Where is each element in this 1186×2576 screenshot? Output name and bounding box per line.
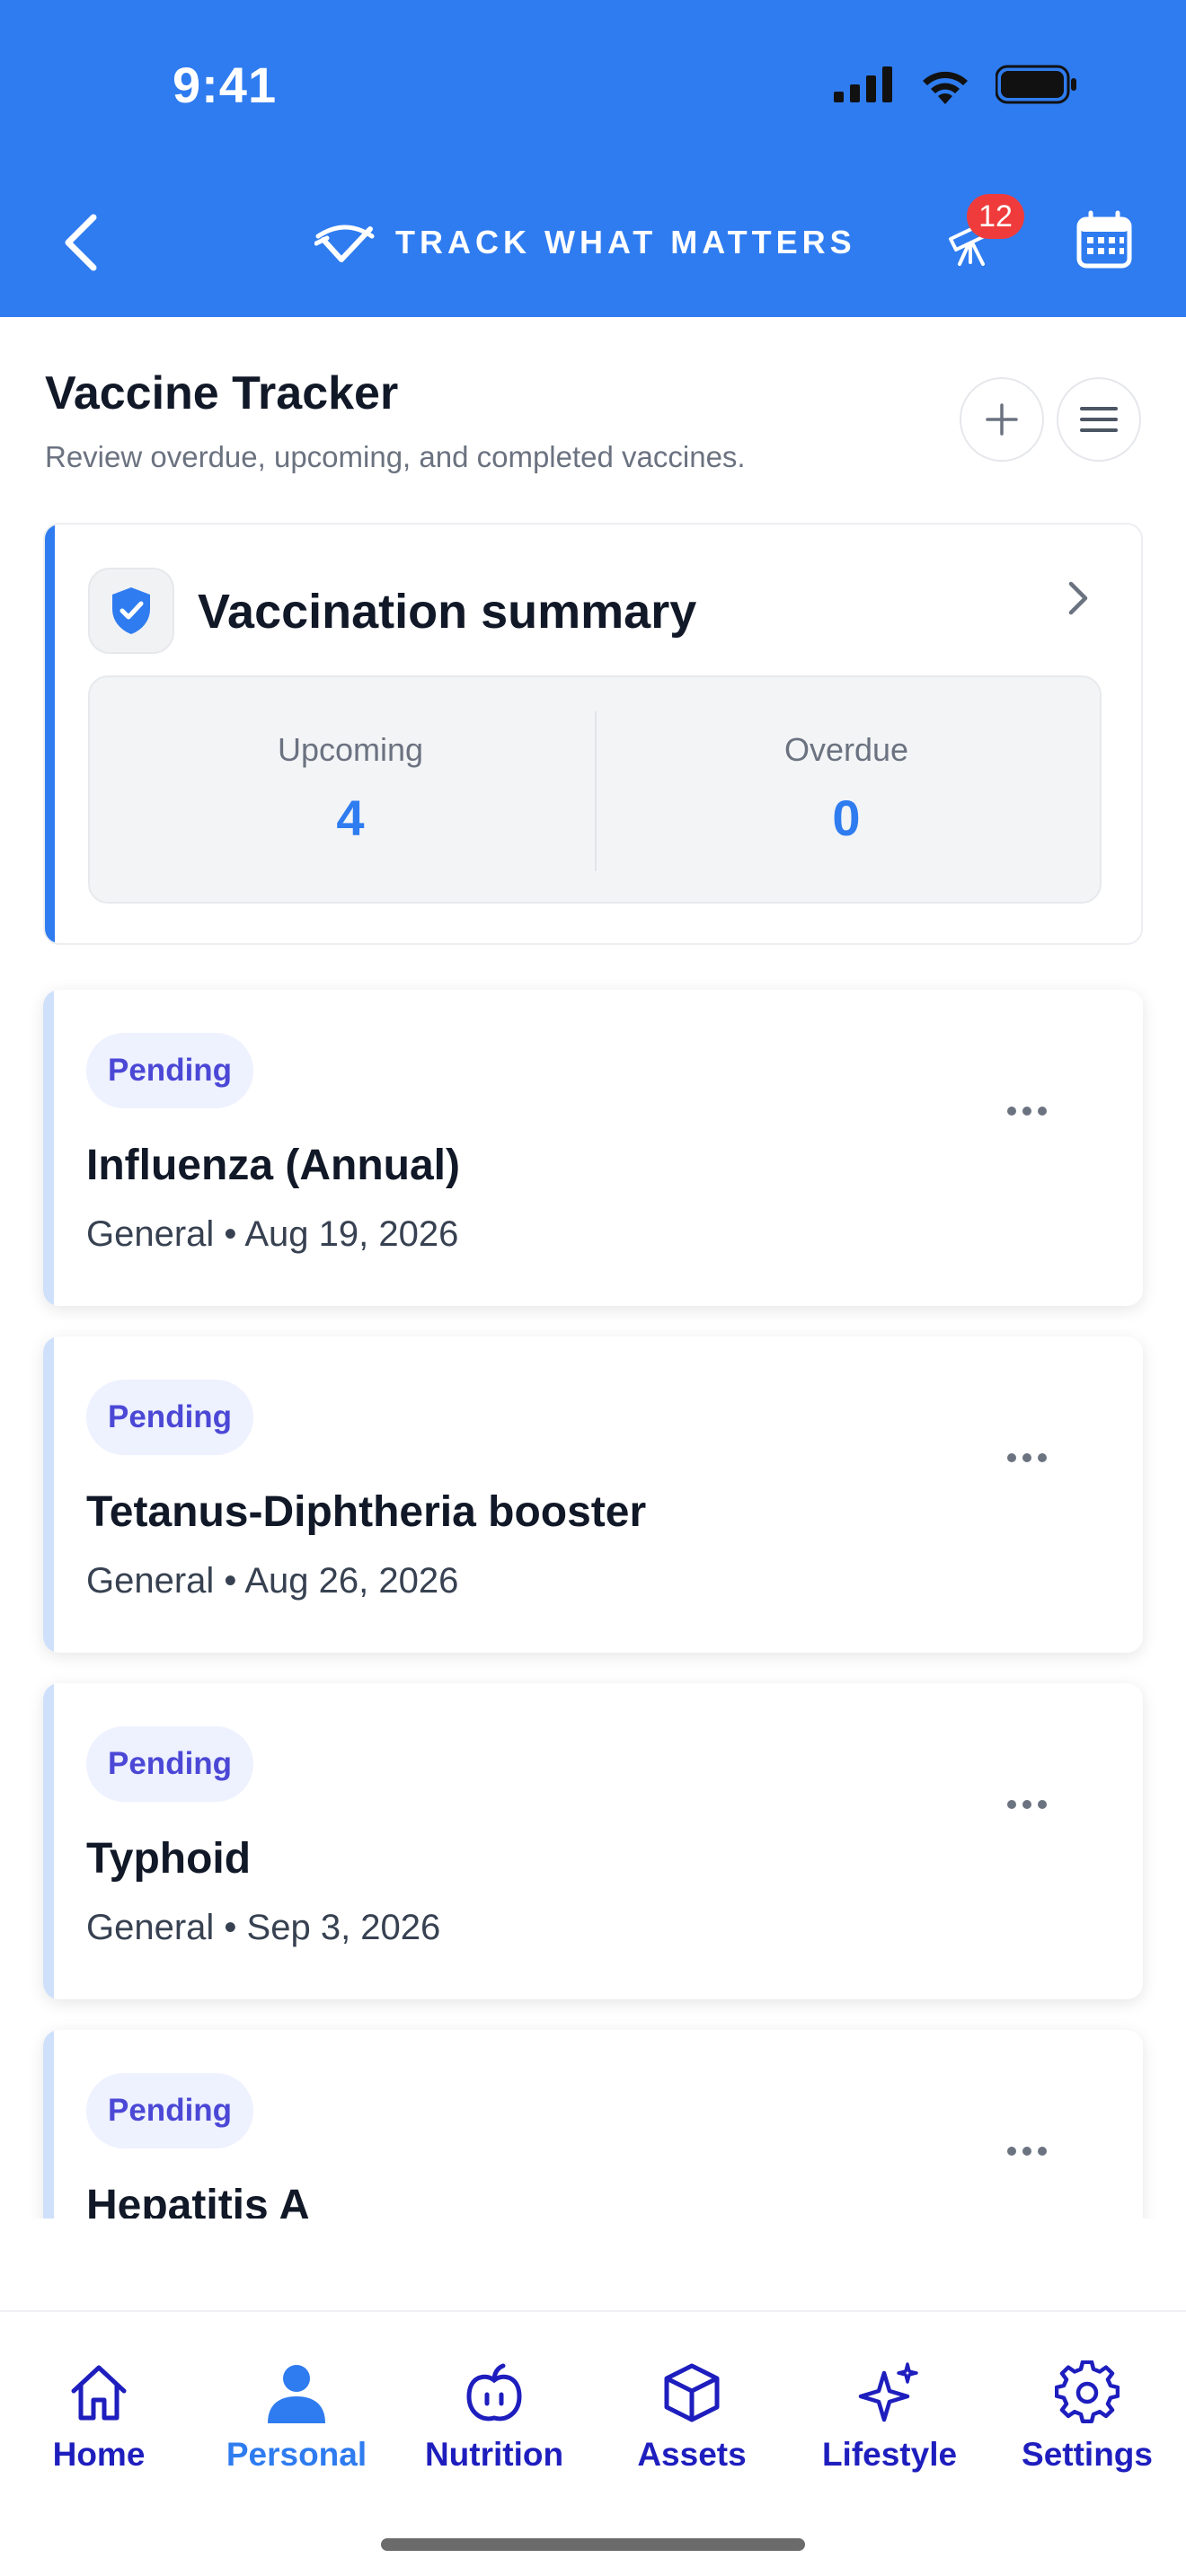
cellular-signal-icon bbox=[834, 66, 892, 102]
bottom-nav: Home Personal Nutrition Assets Lifestyle… bbox=[0, 2310, 1186, 2576]
plus-icon bbox=[986, 403, 1018, 436]
home-icon bbox=[63, 2357, 135, 2429]
vaccine-card[interactable]: Pending Tetanus-Diphtheria booster Gener… bbox=[43, 1337, 1143, 1653]
brand-logo-icon bbox=[314, 225, 375, 262]
nav-item-home[interactable]: Home bbox=[9, 2357, 189, 2474]
more-horizontal-icon bbox=[1007, 1453, 1047, 1462]
vaccine-card[interactable]: Pending Typhoid General • Sep 3, 2026 bbox=[43, 1683, 1143, 1999]
more-options-button[interactable] bbox=[996, 1089, 1058, 1134]
nav-label: Assets bbox=[637, 2436, 747, 2473]
card-accent bbox=[43, 1683, 54, 1999]
calendar-button[interactable] bbox=[1075, 210, 1134, 269]
more-options-button[interactable] bbox=[996, 1435, 1058, 1480]
summary-open-button[interactable] bbox=[1060, 571, 1096, 625]
back-button[interactable] bbox=[54, 207, 108, 278]
vaccine-meta: General • Aug 19, 2026 bbox=[86, 1214, 459, 1254]
nav-item-nutrition[interactable]: Nutrition bbox=[404, 2357, 584, 2474]
shield-check-icon bbox=[112, 587, 150, 634]
brand: TRACK WHAT MATTERS bbox=[314, 216, 856, 269]
chevron-right-icon bbox=[1068, 581, 1088, 615]
gear-icon bbox=[1051, 2357, 1123, 2429]
chevron-left-icon bbox=[65, 214, 97, 271]
stat-overdue-label: Overdue bbox=[783, 731, 909, 768]
vaccine-meta: General • Sep 3, 2026 bbox=[86, 1908, 441, 1947]
nav-label: Settings bbox=[1022, 2436, 1153, 2473]
card-accent bbox=[43, 1337, 54, 1653]
stat-upcoming: Upcoming 4 bbox=[117, 731, 584, 847]
nav-label: Lifestyle bbox=[821, 2436, 958, 2473]
app-header: 9:41 TRACK WHAT MATTERS 12 bbox=[0, 0, 1186, 317]
status-badge: Pending bbox=[86, 1726, 254, 1802]
apple-icon bbox=[458, 2357, 530, 2429]
home-indicator bbox=[381, 2538, 805, 2551]
shield-icon-box bbox=[88, 568, 174, 654]
add-vaccine-button[interactable] bbox=[960, 377, 1044, 462]
vaccination-summary-card[interactable]: Vaccination summary Upcoming 4 Overdue 0 bbox=[43, 523, 1143, 945]
nav-label: Nutrition bbox=[424, 2436, 564, 2473]
hamburger-menu-icon bbox=[1080, 407, 1118, 432]
stats-divider bbox=[595, 711, 597, 871]
stat-overdue-value: 0 bbox=[832, 790, 861, 846]
more-options-button[interactable] bbox=[996, 2129, 1058, 2174]
status-badge: Pending bbox=[86, 1380, 254, 1455]
stat-upcoming-label: Upcoming bbox=[277, 731, 424, 768]
calendar-icon bbox=[1076, 210, 1132, 269]
stat-upcoming-value: 4 bbox=[336, 790, 365, 846]
vaccine-list: Pending Influenza (Annual) General • Aug… bbox=[0, 979, 1186, 2219]
page-subtitle: Review overdue, upcoming, and completed … bbox=[45, 440, 746, 473]
status-icons bbox=[834, 65, 1078, 104]
vaccine-name: Typhoid bbox=[86, 1835, 252, 1883]
vaccine-card[interactable]: Pending Hepatitis A bbox=[43, 2030, 1143, 2219]
sparkles-icon bbox=[854, 2357, 925, 2429]
nav-label: Personal bbox=[226, 2436, 367, 2473]
more-horizontal-icon bbox=[1007, 2147, 1047, 2156]
summary-stats: Upcoming 4 Overdue 0 bbox=[88, 675, 1102, 904]
more-horizontal-icon bbox=[1007, 1800, 1047, 1809]
battery-icon bbox=[996, 65, 1076, 104]
status-badge: Pending bbox=[86, 1033, 254, 1108]
vaccine-name: Hepatitis A bbox=[86, 2182, 310, 2219]
status-badge: Pending bbox=[86, 2073, 254, 2148]
nav-item-assets[interactable]: Assets bbox=[602, 2357, 782, 2474]
nav-item-personal[interactable]: Personal bbox=[207, 2357, 386, 2474]
nav-label: Home bbox=[52, 2436, 146, 2473]
box-icon bbox=[656, 2357, 728, 2429]
card-accent bbox=[45, 525, 55, 943]
status-time: 9:41 bbox=[173, 57, 278, 113]
more-horizontal-icon bbox=[1007, 1107, 1047, 1116]
summary-title: Vaccination summary bbox=[198, 585, 697, 639]
nav-item-lifestyle[interactable]: Lifestyle bbox=[800, 2357, 979, 2474]
stat-overdue: Overdue 0 bbox=[613, 731, 1080, 847]
vaccine-name: Tetanus-Diphtheria booster bbox=[86, 1488, 647, 1536]
card-accent bbox=[43, 2030, 54, 2219]
menu-button[interactable] bbox=[1057, 377, 1141, 462]
vaccine-card[interactable]: Pending Influenza (Annual) General • Aug… bbox=[43, 990, 1143, 1306]
wifi-icon bbox=[923, 71, 968, 104]
person-icon bbox=[261, 2357, 332, 2429]
more-options-button[interactable] bbox=[996, 1782, 1058, 1827]
card-accent bbox=[43, 990, 54, 1306]
brand-title: TRACK WHAT MATTERS bbox=[395, 224, 856, 260]
page-title: Vaccine Tracker bbox=[45, 367, 399, 419]
vaccine-name: Influenza (Annual) bbox=[86, 1142, 460, 1189]
notification-badge: 12 bbox=[967, 194, 1024, 239]
vaccine-meta: General • Aug 26, 2026 bbox=[86, 1561, 459, 1601]
nav-item-settings[interactable]: Settings bbox=[997, 2357, 1177, 2474]
